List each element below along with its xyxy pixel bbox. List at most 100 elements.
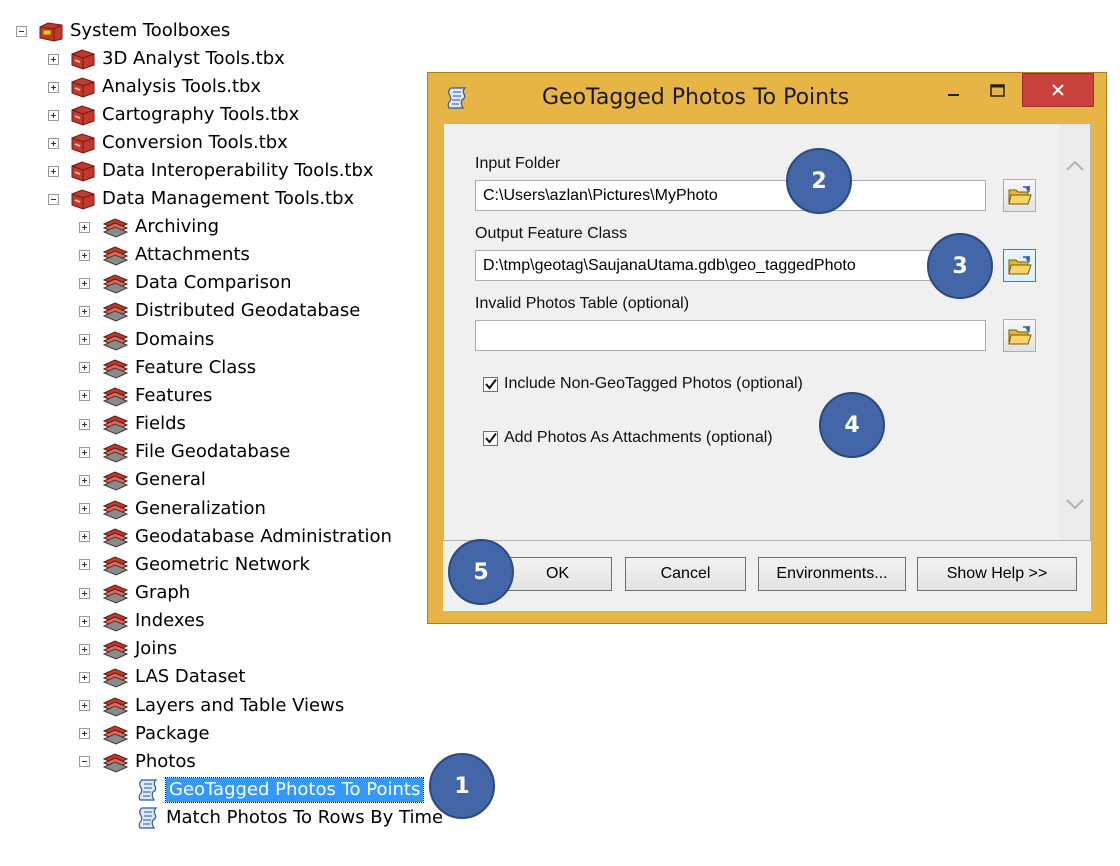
expand-icon[interactable]	[79, 446, 90, 458]
tree-label: Data Management Tools.tbx	[102, 188, 355, 209]
tree-node-toolbox[interactable]: Data Interoperability Tools.tbx	[48, 157, 374, 185]
tree-node-toolset[interactable]: Layers and Table Views	[79, 692, 344, 720]
expand-icon[interactable]	[79, 587, 90, 599]
tree-label: File Geodatabase	[135, 441, 291, 463]
expand-icon[interactable]	[79, 615, 90, 627]
tree-node-toolset[interactable]: General	[79, 466, 206, 494]
add-photos-as-attachments-checkbox[interactable]: Add Photos As Attachments (optional)	[483, 429, 773, 447]
toolset-icon	[101, 357, 129, 379]
expand-icon[interactable]	[48, 165, 59, 177]
toolset-icon	[101, 329, 129, 351]
tree-node-toolset[interactable]: Geodatabase Administration	[79, 523, 392, 551]
tree-node-toolset[interactable]: Generalization	[79, 495, 266, 523]
expand-icon[interactable]	[79, 221, 90, 233]
tree-node-toolbox[interactable]: Analysis Tools.tbx	[48, 73, 261, 101]
expand-icon[interactable]	[48, 109, 59, 121]
output-feature-class-browse-button[interactable]	[1003, 249, 1036, 282]
expand-icon[interactable]	[79, 334, 90, 346]
invalid-photos-table-browse-button[interactable]	[1003, 319, 1036, 352]
tree-node-toolbox[interactable]: Cartography Tools.tbx	[48, 101, 299, 129]
tree-label: Feature Class	[135, 356, 257, 378]
maximize-button[interactable]	[976, 73, 1020, 109]
expand-icon[interactable]	[48, 81, 59, 93]
tree-node-toolset[interactable]: LAS Dataset	[79, 663, 245, 691]
tree-node-tool-geotagged-photos[interactable]: GeoTagged Photos To Points	[136, 776, 425, 804]
tree-node-toolset[interactable]: Geometric Network	[79, 551, 310, 579]
minimize-button[interactable]	[934, 73, 974, 109]
environments-button[interactable]: Environments...	[758, 557, 906, 591]
callout-badge-3: 3	[927, 233, 993, 299]
tree-node-toolset[interactable]: Indexes	[79, 607, 204, 635]
tree-node-toolset[interactable]: File Geodatabase	[79, 438, 290, 466]
tree-node-toolset[interactable]: Joins	[79, 635, 177, 663]
scroll-down-icon[interactable]	[1065, 498, 1085, 510]
input-folder-field[interactable]: C:\Users\azlan\Pictures\MyPhoto	[475, 180, 986, 211]
toolset-icon	[101, 723, 129, 745]
script-tool-icon	[445, 85, 469, 115]
invalid-photos-table-field[interactable]	[475, 320, 986, 351]
checkbox-box[interactable]	[483, 430, 498, 446]
tree-node-toolset[interactable]: Graph	[79, 579, 190, 607]
collapse-icon[interactable]	[79, 756, 90, 768]
vertical-scrollbar[interactable]	[1059, 124, 1090, 540]
expand-icon[interactable]	[79, 559, 90, 571]
close-button[interactable]	[1022, 73, 1094, 107]
output-feature-class-field[interactable]: D:\tmp\geotag\SaujanaUtama.gdb\geo_tagge…	[475, 250, 986, 281]
checkbox-box[interactable]	[483, 376, 498, 392]
expand-icon[interactable]	[48, 137, 59, 149]
tree-node-toolset[interactable]: Fields	[79, 410, 186, 438]
collapse-icon[interactable]	[16, 25, 27, 37]
checkbox-label: Include Non-GeoTagged Photos (optional)	[504, 375, 803, 392]
ok-button[interactable]: OK	[503, 557, 612, 591]
tree-node-toolset[interactable]: Features	[79, 382, 212, 410]
toolset-icon	[101, 244, 129, 266]
expand-icon[interactable]	[79, 418, 90, 430]
expand-icon[interactable]	[79, 390, 90, 402]
expand-icon[interactable]	[79, 305, 90, 317]
close-icon	[1052, 84, 1064, 96]
expand-icon[interactable]	[79, 362, 90, 374]
script-tool-icon	[136, 778, 160, 802]
tree-node-toolset[interactable]: Distributed Geodatabase	[79, 297, 360, 325]
tree-node-toolset[interactable]: Archiving	[79, 213, 219, 241]
tree-node-toolbox[interactable]: Conversion Tools.tbx	[48, 129, 288, 157]
expand-icon[interactable]	[79, 700, 90, 711]
expand-icon[interactable]	[79, 249, 90, 261]
open-folder-icon	[1007, 325, 1032, 344]
collapse-icon[interactable]	[48, 193, 59, 205]
tree-label: General	[135, 469, 206, 491]
toolbox-icon	[70, 48, 96, 70]
expand-icon[interactable]	[79, 728, 90, 740]
tree-label: Geometric Network	[135, 553, 310, 575]
show-help-button[interactable]: Show Help >>	[917, 557, 1077, 591]
tree-node-toolset[interactable]: Photos	[79, 748, 196, 776]
tree-node-toolset[interactable]: Attachments	[79, 241, 250, 269]
tree-node-toolset[interactable]: Feature Class	[79, 354, 256, 382]
input-folder-browse-button[interactable]	[1003, 179, 1036, 212]
tree-node-toolset[interactable]: Data Comparison	[79, 269, 291, 297]
expand-icon[interactable]	[79, 503, 90, 514]
tree-node-tool-match-photos[interactable]: Match Photos To Rows By Time	[136, 804, 443, 832]
expand-icon[interactable]	[79, 474, 90, 486]
tree-node-toolset[interactable]: Package	[79, 720, 210, 748]
expand-icon[interactable]	[79, 643, 90, 655]
expand-icon[interactable]	[79, 277, 90, 289]
expand-icon[interactable]	[79, 531, 90, 543]
tree-node-toolset[interactable]: Domains	[79, 326, 214, 354]
tree-label: Geodatabase Administration	[135, 525, 392, 547]
dialog-titlebar[interactable]: GeoTagged Photos To Points	[428, 73, 1106, 123]
tree-label: Attachments	[135, 244, 250, 266]
toolset-icon	[101, 469, 129, 491]
tree-node-system-toolboxes[interactable]: System Toolboxes	[16, 17, 230, 45]
callout-badge-5: 5	[448, 539, 514, 605]
expand-icon[interactable]	[48, 53, 59, 65]
include-non-geotagged-checkbox[interactable]: Include Non-GeoTagged Photos (optional)	[483, 375, 803, 393]
expand-icon[interactable]	[79, 671, 90, 683]
tree-label: Analysis Tools.tbx	[102, 76, 262, 97]
cancel-button[interactable]: Cancel	[625, 557, 746, 591]
tree-node-toolbox[interactable]: Data Management Tools.tbx	[48, 185, 354, 213]
scroll-up-icon[interactable]	[1065, 160, 1085, 172]
toolset-icon	[101, 751, 129, 773]
tree-node-toolbox[interactable]: 3D Analyst Tools.tbx	[48, 45, 285, 73]
tree-label: Archiving	[135, 216, 220, 237]
